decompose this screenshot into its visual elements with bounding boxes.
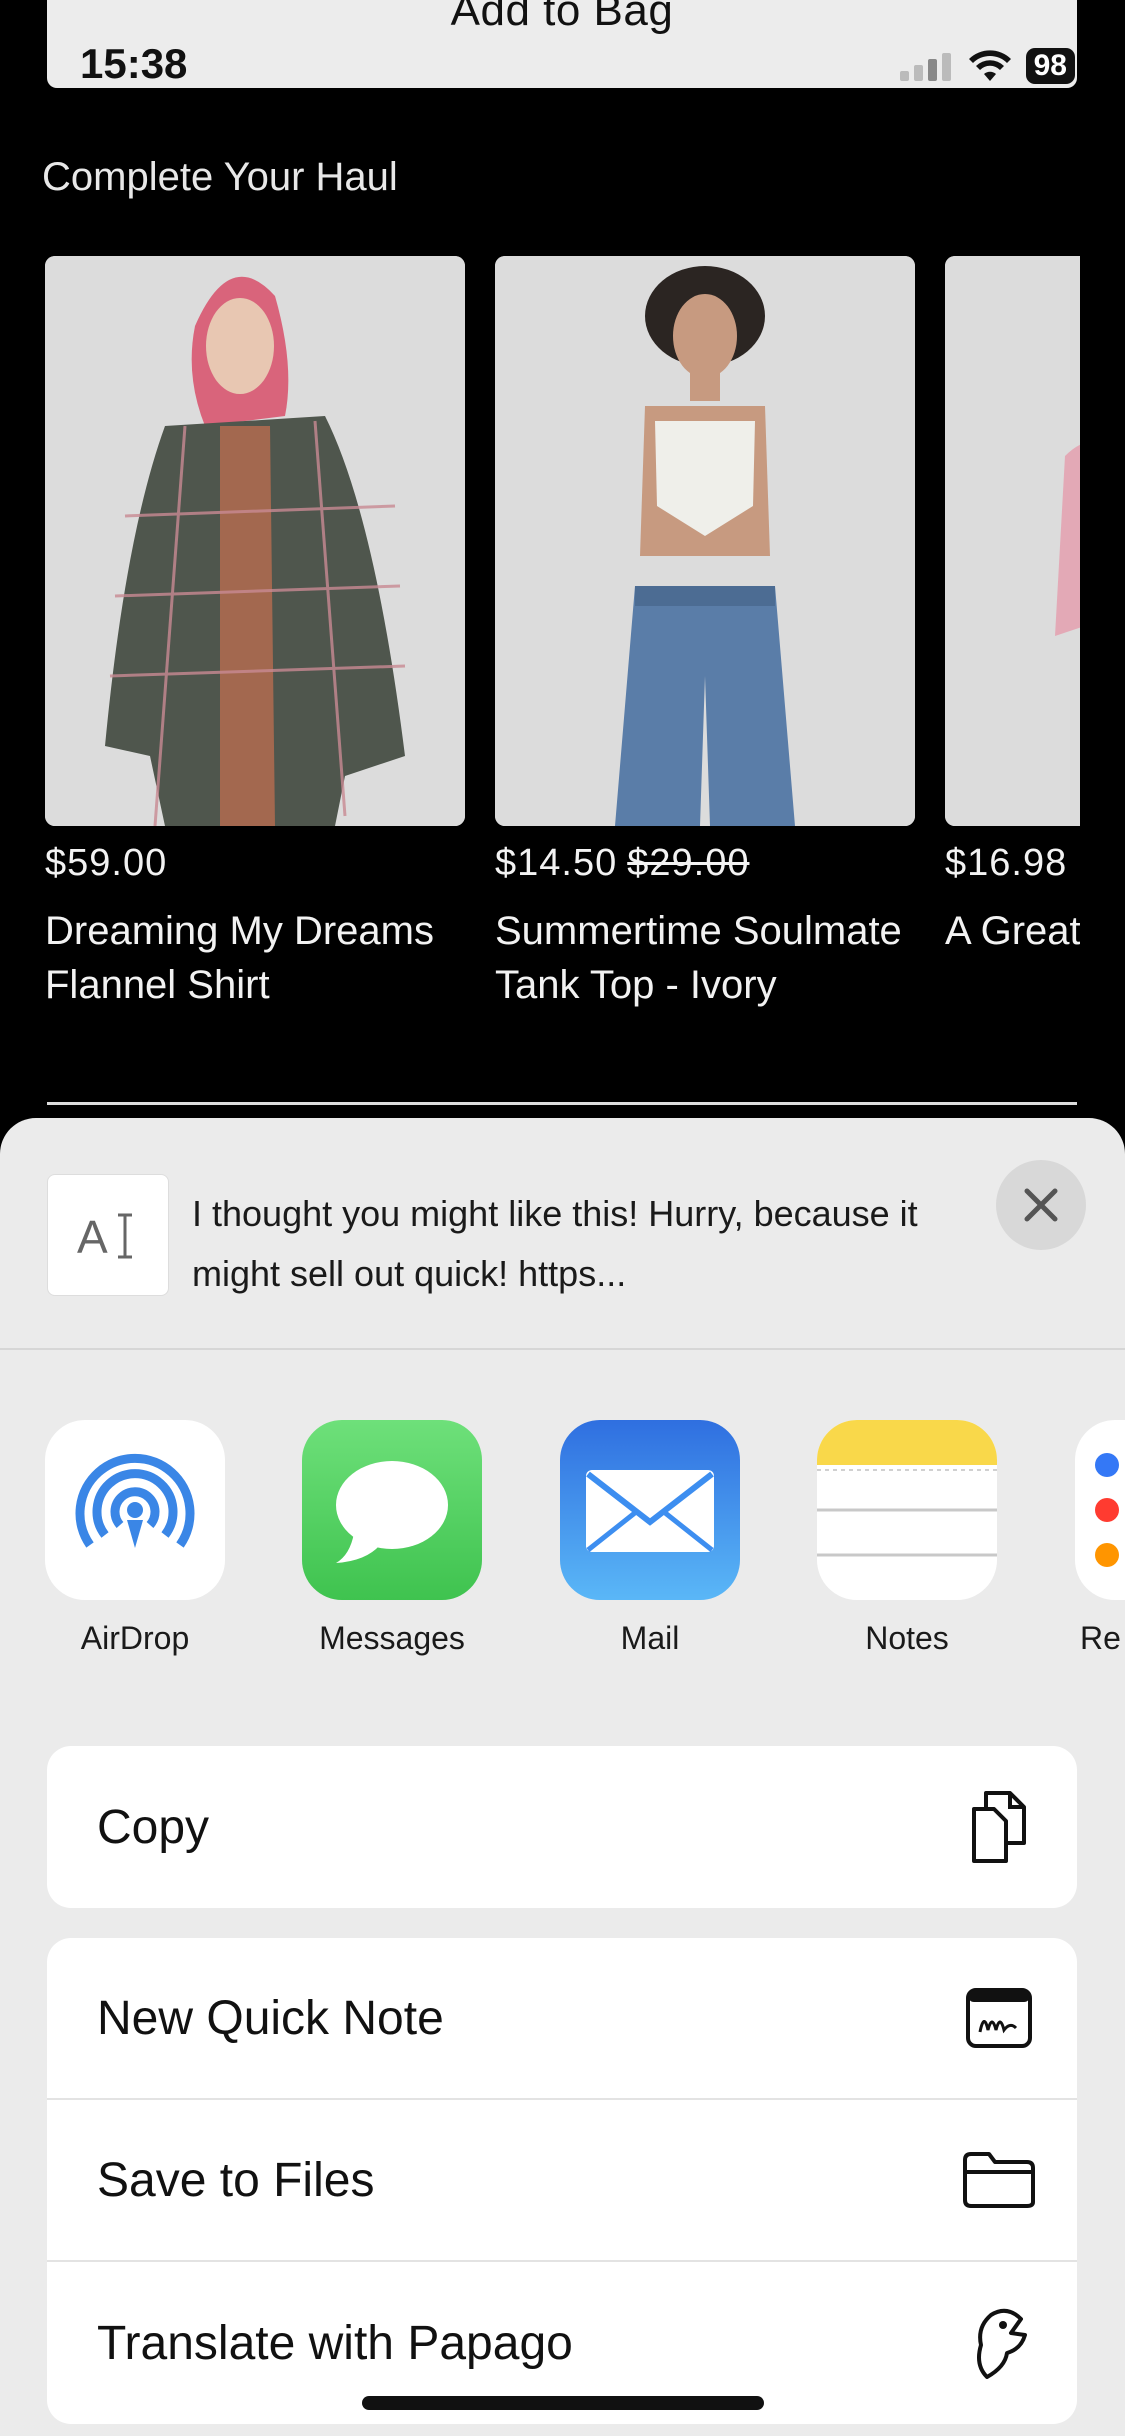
current-price: $16.98 [945,842,1068,884]
action-label: New Quick Note [97,1991,444,2045]
share-app-reminders[interactable] [1075,1420,1125,1600]
product-card[interactable]: $59.00 Dreaming My Dreams Flannel Shirt [45,256,465,1012]
app-label-notes: Notes [865,1620,949,1656]
text-format-icon: A [77,1211,132,1263]
cellular-signal-icon [899,53,951,81]
product-price: $16.98 [945,842,1080,896]
screen: Add to Bag 15:38 98 Complete Your Haul $… [0,0,1125,2436]
papago-icon [959,2303,1039,2383]
airdrop-icon[interactable] [45,1420,225,1600]
action-group-copy: Copy [47,1746,1077,1908]
copy-icon [959,1787,1039,1867]
share-app-airdrop[interactable] [45,1420,225,1600]
share-sheet-header: A I thought you might like this! Hurry, … [0,1118,1125,1350]
wifi-icon [968,50,1011,81]
sale-price: $14.50 [495,842,618,884]
app-label-reminders: Re [1080,1620,1121,1656]
status-time: 15:38 [80,40,188,87]
close-button[interactable] [996,1160,1086,1250]
product-card[interactable]: $16.98 A Great Top [945,256,1080,958]
action-new-quick-note[interactable]: New Quick Note [47,1938,1077,2100]
app-label-airdrop: AirDrop [80,1620,190,1656]
battery-level: 98 [1025,48,1075,84]
product-name[interactable]: Summertime Soulmate Tank Top - Ivory [495,904,965,1012]
original-price: $29.00 [627,842,750,884]
mail-icon[interactable] [560,1420,740,1600]
close-icon [1024,1188,1058,1222]
share-preview-text: I thought you might like this! Hurry, be… [192,1193,918,1294]
text-preview-thumbnail: A [47,1174,169,1296]
home-indicator[interactable] [362,2396,764,2410]
share-app-messages[interactable] [302,1420,482,1600]
share-sheet: A I thought you might like this! Hurry, … [0,1118,1125,2436]
reminders-icon[interactable] [1075,1420,1125,1600]
add-to-bag-label: Add to Bag [450,0,674,35]
status-icons: 98 [898,48,1075,84]
text-format-glyph: A [77,1211,108,1263]
share-app-mail[interactable] [560,1420,740,1600]
section-title: Complete Your Haul [42,155,398,199]
share-app-notes[interactable] [817,1420,997,1600]
product-name[interactable]: Dreaming My Dreams Flannel Shirt [45,904,515,1012]
action-group-more: New Quick Note Save to Files Translate w… [47,1938,1077,2424]
product-image[interactable] [45,256,465,826]
app-label-messages: Messages [319,1620,465,1656]
product-carousel[interactable]: $59.00 Dreaming My Dreams Flannel Shirt … [45,256,1080,1016]
product-card[interactable]: $14.50 $29.00 Summertime Soulmate Tank To… [495,256,915,1012]
product-image[interactable] [945,256,1080,826]
folder-icon [959,2140,1039,2220]
action-save-to-files[interactable]: Save to Files [47,2100,1077,2262]
divider [47,1102,1077,1105]
action-label: Translate with Papago [97,2316,573,2370]
product-image[interactable] [495,256,915,826]
action-label: Copy [97,1800,210,1854]
product-price: $59.00 [45,842,465,896]
product-name[interactable]: A Great Top [945,904,1080,958]
current-price: $59.00 [45,842,168,884]
notes-icon[interactable] [817,1420,997,1600]
action-label: Save to Files [97,2153,375,2207]
share-app-row[interactable] [0,1420,1125,1600]
action-copy[interactable]: Copy [47,1746,1077,1908]
app-label-mail: Mail [620,1620,680,1656]
messages-icon[interactable] [302,1420,482,1600]
quick-note-icon [959,1978,1039,2058]
product-price: $14.50 $29.00 [495,842,915,896]
